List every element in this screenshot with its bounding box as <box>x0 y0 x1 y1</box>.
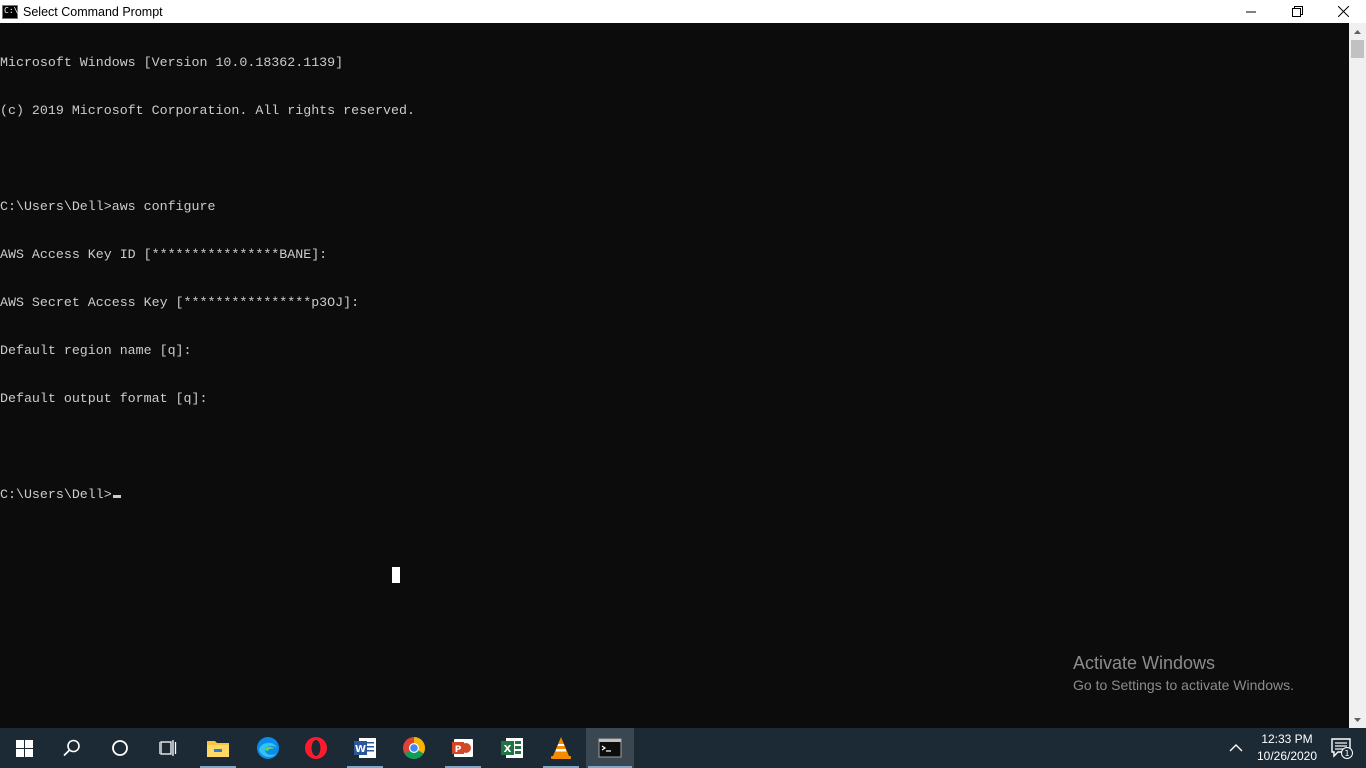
notification-count: 1 <box>1344 749 1349 758</box>
activate-title: Activate Windows <box>1073 653 1216 673</box>
opera-icon <box>305 737 327 759</box>
activate-subtitle: Go to Settings to activate Windows. <box>1073 677 1294 693</box>
taskbar-edge[interactable] <box>244 728 292 768</box>
taskbar-vlc[interactable] <box>537 728 585 768</box>
scroll-down-button[interactable] <box>1349 711 1366 728</box>
console-prompt: C:\Users\Dell> <box>0 487 112 502</box>
search-icon <box>63 739 80 757</box>
powerpoint-icon: P <box>452 739 473 757</box>
taskbar-chrome[interactable] <box>390 728 438 768</box>
taskbar: W P X 12:33 PM 10/26/2020 1 <box>0 728 1366 768</box>
taskbar-opera[interactable] <box>292 728 340 768</box>
task-view-button[interactable] <box>144 728 192 768</box>
taskbar-excel[interactable]: X <box>488 728 536 768</box>
cortana-icon <box>112 740 128 756</box>
window-title: Select Command Prompt <box>23 4 163 19</box>
text-cursor <box>112 495 121 498</box>
notification-icon: 1 <box>1331 738 1353 759</box>
command-prompt-icon: C:\ <box>2 4 18 19</box>
scroll-up-button[interactable] <box>1349 23 1366 40</box>
word-icon: W <box>354 738 376 758</box>
search-button[interactable] <box>48 728 96 768</box>
scroll-thumb[interactable] <box>1351 40 1364 58</box>
svg-text:W: W <box>355 744 366 755</box>
command-prompt-icon <box>598 738 622 758</box>
restore-button[interactable] <box>1274 0 1320 23</box>
file-explorer-icon <box>207 741 229 757</box>
window-title-bar[interactable]: C:\ Select Command Prompt <box>0 0 1366 23</box>
clock[interactable]: 12:33 PM 10/26/2020 <box>1252 731 1322 765</box>
console-line: AWS Secret Access Key [****************p… <box>0 295 360 310</box>
close-icon <box>1337 6 1349 17</box>
edge-icon <box>257 737 279 759</box>
action-center-button[interactable]: 1 <box>1318 728 1366 768</box>
cortana-button[interactable] <box>96 728 144 768</box>
console-prompt-line: C:\Users\Dell> <box>0 487 1349 503</box>
minimize-icon <box>1246 11 1256 12</box>
start-button[interactable] <box>0 728 48 768</box>
chevron-up-icon <box>1354 29 1361 34</box>
restore-icon <box>1291 6 1303 17</box>
console-line: Microsoft Windows [Version 10.0.18362.11… <box>0 55 344 70</box>
task-view-icon <box>159 740 177 756</box>
svg-text:X: X <box>504 744 512 755</box>
mouse-cursor <box>392 567 400 583</box>
chrome-icon <box>403 737 425 759</box>
taskbar-command-prompt[interactable] <box>586 728 634 768</box>
console-line: C:\Users\Dell>aws configure <box>0 199 216 214</box>
clock-time: 12:33 PM <box>1261 732 1313 746</box>
close-button[interactable] <box>1320 0 1366 23</box>
taskbar-powerpoint[interactable]: P <box>439 728 487 768</box>
vertical-scrollbar[interactable] <box>1349 23 1366 728</box>
activate-windows-watermark: Activate Windows Go to Settings to activ… <box>1073 651 1294 695</box>
console-line: Default output format [q]: <box>0 391 208 406</box>
svg-text:P: P <box>455 745 462 755</box>
console-line: AWS Access Key ID [****************BANE]… <box>0 247 328 262</box>
console-line: (c) 2019 Microsoft Corporation. All righ… <box>0 103 415 118</box>
vlc-icon <box>551 737 571 759</box>
excel-icon: X <box>501 738 523 758</box>
chevron-down-icon <box>1354 717 1361 722</box>
start-icon <box>15 739 33 757</box>
taskbar-file-explorer[interactable] <box>194 728 242 768</box>
clock-date: 10/26/2020 <box>1256 749 1318 763</box>
console-line: Default region name [q]: <box>0 343 192 358</box>
taskbar-word[interactable]: W <box>341 728 389 768</box>
minimize-button[interactable] <box>1228 0 1274 23</box>
console-output[interactable]: Microsoft Windows [Version 10.0.18362.11… <box>0 23 1349 728</box>
chevron-up-icon <box>1229 744 1243 752</box>
